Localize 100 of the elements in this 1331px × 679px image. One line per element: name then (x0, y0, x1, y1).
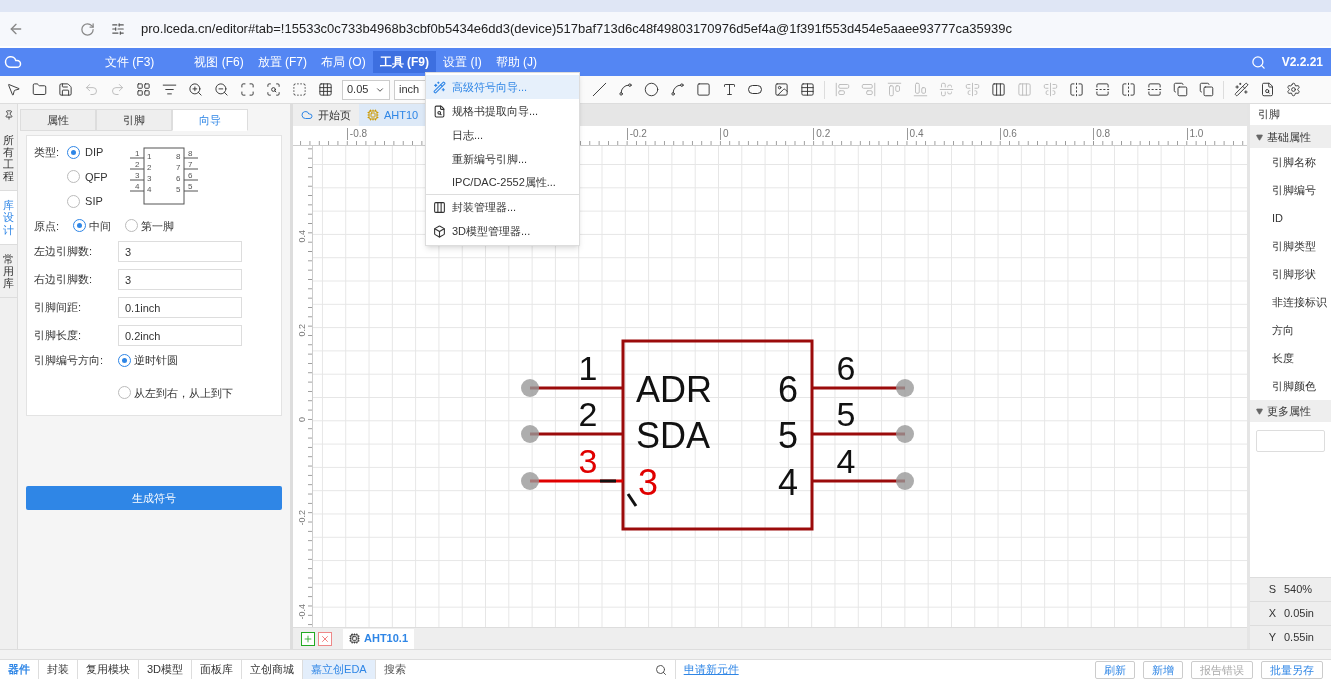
property-label: 引脚名称 (1271, 154, 1317, 170)
radio-label: 第一脚 (141, 218, 175, 234)
readout-value: 540% (1284, 582, 1313, 598)
field-label: 左边引脚数: (34, 244, 94, 260)
field-label: 引脚长度: (34, 328, 83, 344)
radio-button[interactable] (67, 194, 81, 208)
menu-item[interactable]: 工具 (F9) (372, 51, 437, 73)
library-tab[interactable]: 器件 (0, 660, 39, 679)
logo-icon (4, 53, 22, 71)
input-field[interactable]: 0.2inch (118, 325, 242, 346)
action-button[interactable]: 新增 (1143, 660, 1183, 679)
dropdown-item[interactable]: 重新编号引脚... (426, 147, 579, 171)
dropdown-item[interactable]: 规格书提取向导... (426, 99, 579, 123)
ruler-label: -0.2 (296, 510, 307, 526)
property-label: 引脚类型 (1271, 238, 1317, 254)
radio-button[interactable] (67, 170, 81, 184)
property-label: 引脚形状 (1271, 266, 1317, 282)
radio-label: 逆时针圆 (134, 353, 178, 368)
reload-icon[interactable] (80, 21, 95, 37)
pin-icon[interactable] (3, 110, 14, 120)
panel-tab[interactable]: 属性 (20, 109, 96, 131)
close-icon (320, 633, 330, 644)
field-label: 引脚间距: (34, 300, 83, 316)
field-label: 引脚编号方向: (34, 353, 105, 368)
input-field[interactable]: 3 (118, 269, 242, 290)
ruler-label: 0.8 (1093, 128, 1111, 140)
ruler-label: 0.6 (999, 128, 1017, 140)
ruler-label: 0.4 (906, 128, 924, 140)
action-button[interactable]: 刷新 (1095, 660, 1135, 679)
ruler-label: 0 (720, 128, 729, 140)
library-tab[interactable]: 封装 (39, 660, 78, 679)
ruler-label: 0 (296, 417, 307, 422)
side-tab[interactable]: 常用库 (0, 244, 17, 298)
search-icon (654, 663, 667, 676)
library-tab[interactable]: 3D模型 (139, 660, 193, 679)
cloud-icon (301, 109, 313, 121)
remove-sheet-button[interactable] (318, 631, 332, 646)
document-tab[interactable]: 开始页 (293, 104, 359, 126)
ruler-label: -0.8 (346, 128, 368, 140)
version-label: V2.2.21 (1281, 54, 1323, 71)
readout-key: Y (1250, 629, 1284, 646)
dropdown-item[interactable]: 封装管理器... (426, 195, 579, 219)
action-button[interactable]: 批量另存 (1261, 660, 1323, 679)
readout-key: X (1250, 605, 1284, 622)
site-settings-icon[interactable] (111, 22, 125, 36)
input-field[interactable]: 3 (118, 241, 242, 262)
wand-icon (432, 80, 446, 94)
radio-label: SIP (85, 194, 103, 209)
dropdown-item[interactable]: IPC/DAC-2552属性... (426, 171, 579, 195)
ruler-label: 0.4 (296, 230, 307, 243)
ruler-label: -0.4 (296, 603, 307, 620)
radio-button[interactable] (67, 145, 81, 159)
document-search-icon (432, 104, 446, 118)
panel-tab[interactable]: 向导 (172, 109, 248, 131)
section-header[interactable]: 更多属性 (1250, 400, 1331, 422)
dropdown-item[interactable]: 日志... (426, 123, 579, 147)
property-label: ID (1271, 210, 1284, 226)
generate-button[interactable]: 生成符号 (26, 486, 282, 510)
field-label: 原点: (34, 218, 60, 234)
radio-button[interactable] (125, 219, 139, 233)
plus-icon (303, 633, 313, 644)
add-sheet-button[interactable] (301, 631, 315, 646)
ruler-label: -0.2 (626, 128, 647, 140)
dropdown-item[interactable]: 3D模型管理器... (426, 219, 579, 243)
radio-label: 中间 (89, 218, 112, 234)
readout-value: 0.55in (1284, 630, 1314, 646)
section-header[interactable]: 基础属性 (1250, 126, 1331, 148)
grid-size-select[interactable]: 0.05 (342, 79, 390, 100)
library-tab[interactable]: 复用模块 (78, 660, 139, 679)
side-tab[interactable]: 库设计 (0, 191, 17, 245)
library-tab[interactable]: 面板库 (192, 660, 243, 679)
radio-button[interactable] (73, 219, 87, 233)
field-label: 类型: (34, 145, 60, 160)
cube-icon (432, 224, 446, 238)
property-label: 引脚编号 (1271, 182, 1317, 198)
input-field[interactable]: 0.1inch (118, 297, 242, 318)
property-label: 非连接标识 (1271, 294, 1328, 310)
sheet-tab[interactable]: AHT10.1 (343, 628, 415, 649)
panel-tab[interactable]: 引脚 (96, 109, 172, 131)
radio-button[interactable] (118, 386, 131, 400)
dip-preview-drawing: 1 1 2 2 3 3 4 4 8 8 7 7 6 6 5 5 (127, 144, 200, 208)
ruler-label: 1.0 (1186, 128, 1204, 140)
new-component-link[interactable]: 申请新元件 (683, 661, 739, 678)
schematic-symbol-drawing[interactable]: 1 ADR 2 SDA 3 3 6 6 5 5 4 4 (520, 316, 915, 546)
property-input[interactable] (1256, 430, 1325, 452)
search-icon[interactable] (1250, 54, 1266, 70)
search-field[interactable]: 搜索 (375, 660, 676, 679)
radio-button[interactable] (118, 353, 131, 367)
property-label: 方向 (1271, 322, 1295, 338)
radio-label: QFP (85, 169, 108, 185)
property-label: 引脚颜色 (1271, 378, 1317, 394)
readout-key: S (1250, 581, 1284, 598)
back-icon[interactable] (8, 21, 24, 37)
readout-value: 0.05in (1284, 606, 1314, 622)
property-label: 长度 (1271, 350, 1295, 366)
field-label: 右边引脚数: (34, 272, 94, 288)
ruler-label: 0.2 (813, 128, 831, 140)
radio-label: DIP (85, 145, 104, 160)
collapse-triangle-icon (1256, 133, 1263, 141)
radio-label: 从左到右，从上到下 (134, 385, 233, 401)
